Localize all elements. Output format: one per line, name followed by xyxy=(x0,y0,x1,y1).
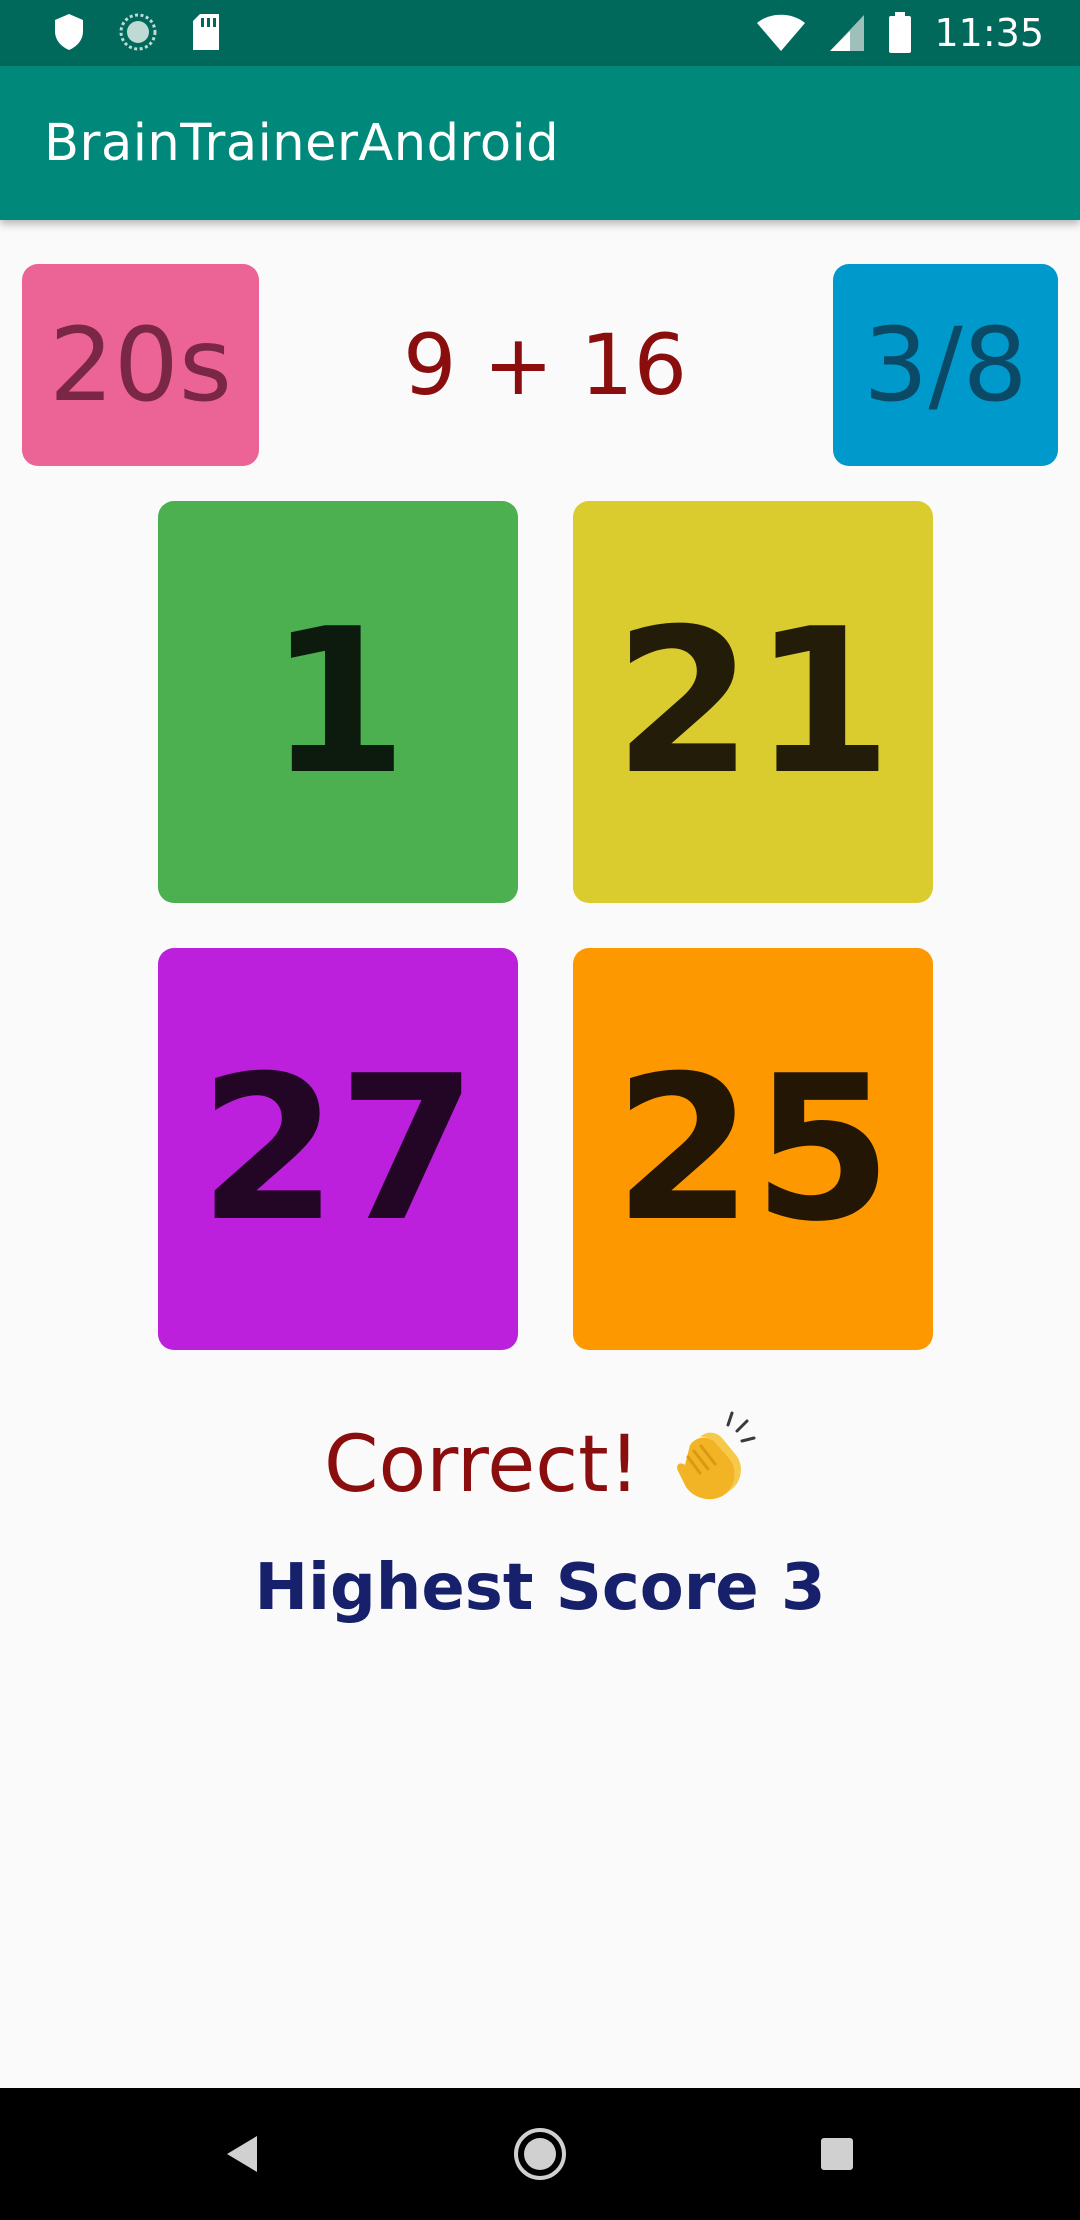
nav-bar xyxy=(0,2088,1080,2220)
back-button[interactable] xyxy=(181,2088,301,2220)
question-text: 9 + 16 xyxy=(402,316,688,414)
sd-card-icon xyxy=(193,14,219,50)
status-clock: 11:35 xyxy=(934,11,1044,55)
result-text: Correct! xyxy=(324,1420,640,1510)
answer-button-4[interactable]: 25 xyxy=(573,948,933,1350)
wifi-icon xyxy=(757,14,806,51)
sync-icon xyxy=(119,13,157,51)
battery-icon xyxy=(889,12,912,53)
status-right-icons: 11:35 xyxy=(756,10,1044,56)
recents-icon xyxy=(821,2138,853,2170)
status-bar: 11:35 xyxy=(0,0,1080,66)
back-icon xyxy=(227,2136,257,2172)
signal-icon xyxy=(830,15,865,51)
home-icon xyxy=(514,2128,566,2180)
answer-button-1[interactable]: 1 xyxy=(158,501,518,903)
score-display: 3/8 xyxy=(833,264,1058,466)
shield-icon xyxy=(55,14,83,50)
highest-score: Highest Score 3 xyxy=(254,1551,826,1625)
answer-button-2[interactable]: 21 xyxy=(573,501,933,903)
clapping-hands-icon xyxy=(670,1411,756,1520)
recents-button[interactable] xyxy=(777,2088,897,2220)
status-left-icons xyxy=(52,12,254,52)
answer-button-3[interactable]: 27 xyxy=(158,948,518,1350)
timer-display: 20s xyxy=(22,264,259,466)
app-title: BrainTrainerAndroid xyxy=(44,114,560,173)
home-button[interactable] xyxy=(480,2088,600,2220)
result-message: Correct! xyxy=(0,1411,1080,1515)
app-bar: BrainTrainerAndroid xyxy=(0,66,1080,220)
